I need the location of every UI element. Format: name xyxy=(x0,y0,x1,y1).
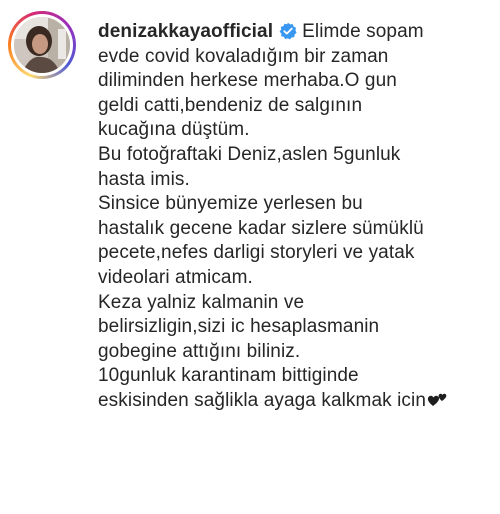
story-ring[interactable] xyxy=(8,11,76,79)
caption-line: 10gunluk karantinam bittiginde xyxy=(98,365,359,387)
caption-last-line: eskisinden sağlikla ayaga kalkmak icin xyxy=(98,389,427,411)
verified-badge-icon xyxy=(279,22,297,40)
caption-line: hastalık gecene kadar sizlere sümüklü xyxy=(98,217,424,239)
caption-line: Bu fotoğraftaki Deniz,aslen 5gunluk xyxy=(98,143,401,165)
caption-line: hasta imis. xyxy=(98,168,190,190)
avatar[interactable] xyxy=(14,17,70,73)
caption-line: geldi catti,bendeniz de salgının xyxy=(98,94,363,116)
caption-line: Sinsice bünyemize yerlesen bu xyxy=(98,193,363,215)
caption-line: evde covid kovaladığım bir zaman xyxy=(98,45,389,67)
caption-line: denizakkayaofficial Elimde sopam xyxy=(98,20,494,45)
avatar-border xyxy=(11,14,73,76)
caption-line: diliminden herkese merhaba.O gun xyxy=(98,70,397,92)
post-caption-container: denizakkayaofficial Elimde sopam evde cov… xyxy=(0,0,500,514)
caption-line: Keza yalniz kalmanin ve xyxy=(98,291,305,313)
caption-first-line: Elimde sopam xyxy=(302,21,424,42)
caption-line: kucağına düştüm. xyxy=(98,119,250,141)
caption-line: belirsizligin,sizi ic hesaplasmanin xyxy=(98,316,380,338)
caption-line: eskisinden sağlikla ayaga kalkmak icin xyxy=(98,389,494,414)
hearts-emoji-icon xyxy=(427,392,449,408)
avatar-photo-icon xyxy=(14,17,70,73)
username-link[interactable]: denizakkayaofficial xyxy=(98,21,273,42)
caption-line: videolari atmicam. xyxy=(98,266,253,288)
caption-line: gobegine attığını biliniz. xyxy=(98,340,301,362)
caption-text: denizakkayaofficial Elimde sopam evde cov… xyxy=(98,20,494,414)
caption-line: pecete,nefes darligi storyleri ve yatak xyxy=(98,242,415,264)
